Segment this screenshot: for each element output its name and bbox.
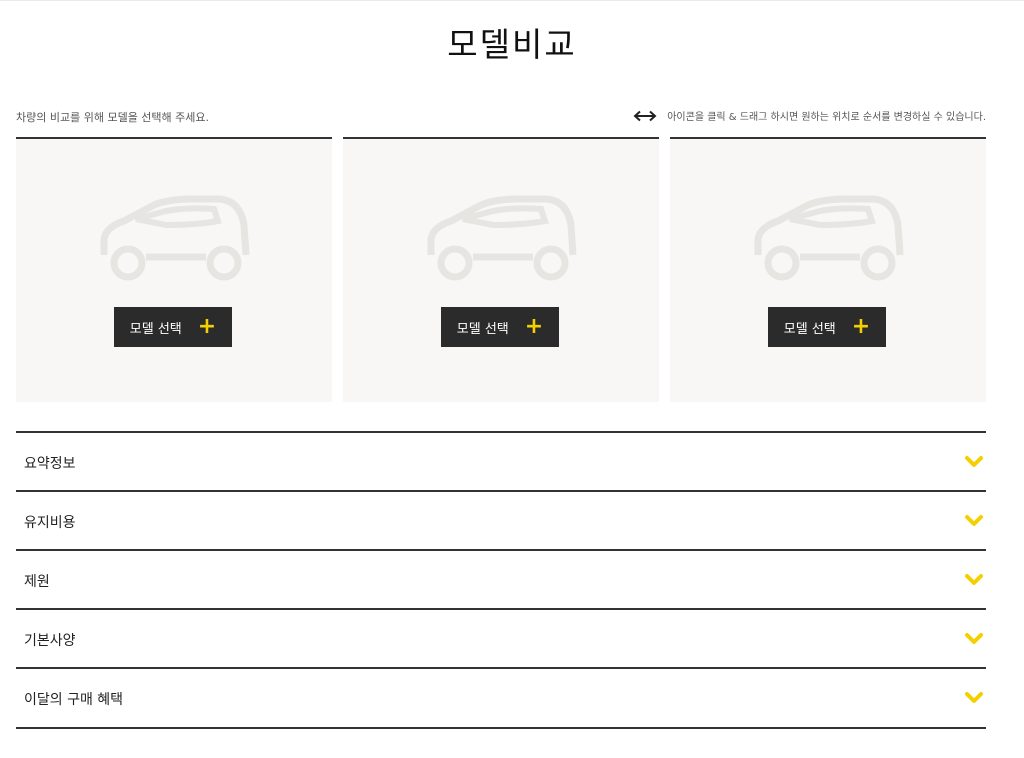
chevron-down-icon <box>965 515 983 526</box>
select-model-button[interactable]: 모델 선택 + <box>114 307 232 347</box>
hint-left-text: 차량의 비교를 위해 모델을 선택해 주세요. <box>16 111 210 124</box>
page-title: 모델비교 <box>447 25 577 64</box>
hint-row: 차량의 비교를 위해 모델을 선택해 주세요. 아이콘을 클릭 & 드래그 하시… <box>16 106 986 126</box>
section-maintenance[interactable]: 유지비용 <box>16 490 986 549</box>
model-slot-1[interactable]: 모델 선택 + <box>16 137 332 402</box>
model-compare-page: 모델비교 차량의 비교를 위해 모델을 선택해 주세요. 아이콘을 클릭 & 드… <box>0 0 1024 758</box>
select-model-button[interactable]: 모델 선택 + <box>441 307 559 347</box>
plus-icon: + <box>524 314 544 339</box>
car-placeholder-icon <box>754 195 904 281</box>
section-label: 제원 <box>24 574 50 590</box>
select-model-button[interactable]: 모델 선택 + <box>768 307 886 347</box>
chevron-down-icon <box>965 633 983 644</box>
chevron-down-icon <box>965 574 983 585</box>
section-summary[interactable]: 요약정보 <box>16 431 986 490</box>
car-placeholder-icon <box>427 195 577 281</box>
section-label: 유지비용 <box>24 515 76 531</box>
hint-right: 아이콘을 클릭 & 드래그 하시면 원하는 위치로 순서를 변경하실 수 있습니… <box>633 108 986 123</box>
chevron-down-icon <box>965 692 983 703</box>
plus-icon: + <box>851 314 871 339</box>
section-label: 기본사양 <box>24 633 76 649</box>
car-placeholder-icon <box>100 195 250 281</box>
top-divider <box>0 0 1024 1</box>
section-label: 요약정보 <box>24 456 76 472</box>
section-label: 이달의 구매 혜택 <box>24 692 124 708</box>
plus-icon: + <box>197 314 217 339</box>
compare-sections: 요약정보 유지비용 제원 기본사양 이달의 구매 혜택 <box>16 431 986 729</box>
section-standard-options[interactable]: 기본사양 <box>16 608 986 667</box>
select-model-label: 모델 선택 <box>129 321 182 337</box>
model-slot-3[interactable]: 모델 선택 + <box>670 137 986 402</box>
chevron-down-icon <box>965 456 983 467</box>
section-monthly-benefits[interactable]: 이달의 구매 혜택 <box>16 667 986 729</box>
drag-arrows-icon <box>633 110 657 121</box>
model-slots: 모델 선택 + 모델 선택 + 모델 선택 + <box>16 137 986 402</box>
select-model-label: 모델 선택 <box>783 321 836 337</box>
hint-right-text: 아이콘을 클릭 & 드래그 하시면 원하는 위치로 순서를 변경하실 수 있습니… <box>667 112 986 123</box>
model-slot-2[interactable]: 모델 선택 + <box>343 137 659 402</box>
section-specs[interactable]: 제원 <box>16 549 986 608</box>
select-model-label: 모델 선택 <box>456 321 509 337</box>
